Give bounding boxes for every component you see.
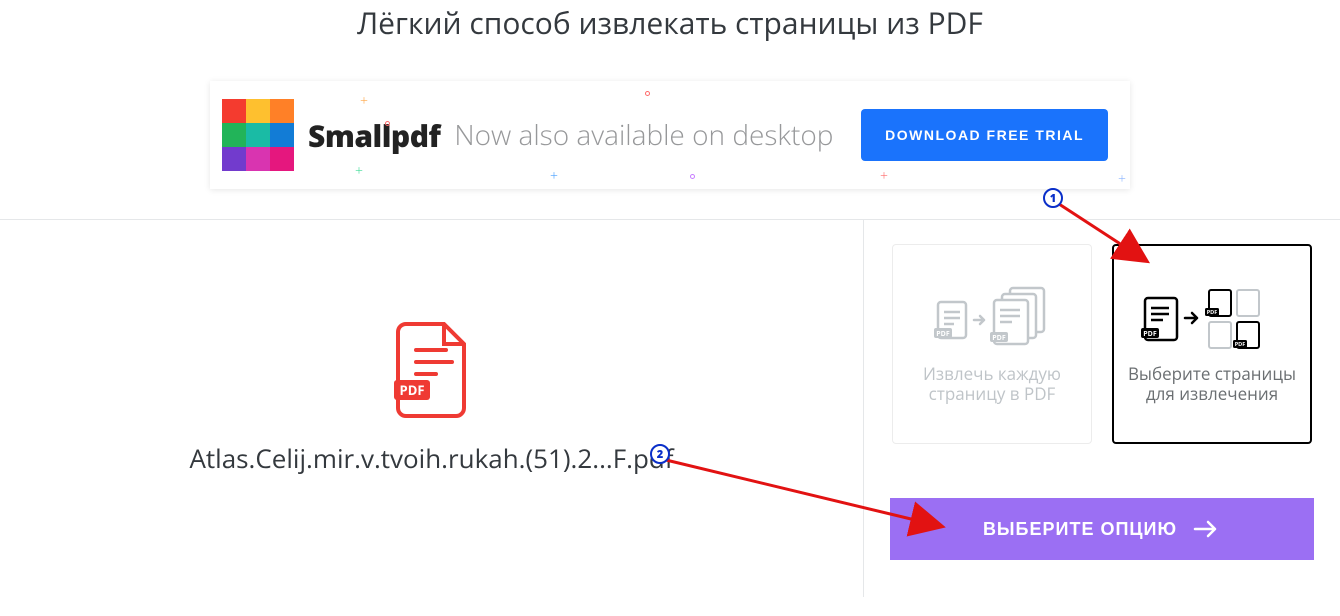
annotation-badge-2: 2: [650, 444, 670, 464]
option-label: Извлечь каждую страницу в PDF: [903, 364, 1081, 405]
annotation-badge-1: 1: [1043, 188, 1063, 208]
page-headline: Лёгкий способ извлекать страницы из PDF: [0, 0, 1340, 43]
decoration-dot: [385, 121, 390, 126]
smallpdf-logo: [222, 99, 294, 171]
main-area: PDF Atlas.Celij.mir.v.tvoih.rukah.(51).2…: [0, 219, 1340, 597]
options-panel: PDF PDF Извлечь каждую страницу в PDF: [864, 220, 1340, 597]
decoration-plus: +: [880, 166, 888, 185]
file-drop-area[interactable]: PDF Atlas.Celij.mir.v.tvoih.rukah.(51).2…: [0, 220, 864, 597]
decoration-dot: [690, 174, 695, 179]
banner-title: Smallpdf: [308, 115, 440, 156]
select-pages-icon: PDF PDF PDF: [1137, 284, 1287, 354]
option-select-pages[interactable]: PDF PDF PDF Выберите страницы для извлеч…: [1112, 244, 1312, 444]
decoration-plus: +: [355, 161, 363, 180]
decoration-plus: +: [360, 91, 368, 110]
svg-text:PDF: PDF: [992, 334, 1006, 343]
download-trial-button[interactable]: DOWNLOAD FREE TRIAL: [861, 109, 1108, 161]
svg-text:PDF: PDF: [1207, 308, 1218, 316]
svg-text:PDF: PDF: [1143, 330, 1157, 339]
extract-all-icon: PDF PDF: [932, 284, 1052, 354]
desktop-banner: + + + + + Smallpdf Now also available on…: [210, 81, 1130, 189]
select-button-label: ВЫБЕРИТЕ ОПЦИЮ: [983, 519, 1177, 540]
option-extract-all[interactable]: PDF PDF Извлечь каждую страницу в PDF: [892, 244, 1092, 444]
file-name-label: Atlas.Celij.mir.v.tvoih.rukah.(51).2...F…: [189, 440, 673, 476]
svg-text:PDF: PDF: [399, 381, 424, 399]
pdf-file-icon: PDF: [392, 322, 472, 418]
arrow-right-icon: [1193, 519, 1221, 539]
decoration-plus: +: [1118, 169, 1126, 188]
banner-subtitle: Now also available on desktop: [454, 116, 833, 154]
decoration-plus: +: [550, 166, 558, 185]
option-label: Выберите страницы для извлечения: [1124, 364, 1300, 405]
decoration-dot: [645, 91, 650, 96]
select-option-button[interactable]: ВЫБЕРИТЕ ОПЦИЮ: [890, 498, 1314, 560]
svg-text:PDF: PDF: [1235, 340, 1246, 348]
svg-text:PDF: PDF: [936, 330, 950, 339]
